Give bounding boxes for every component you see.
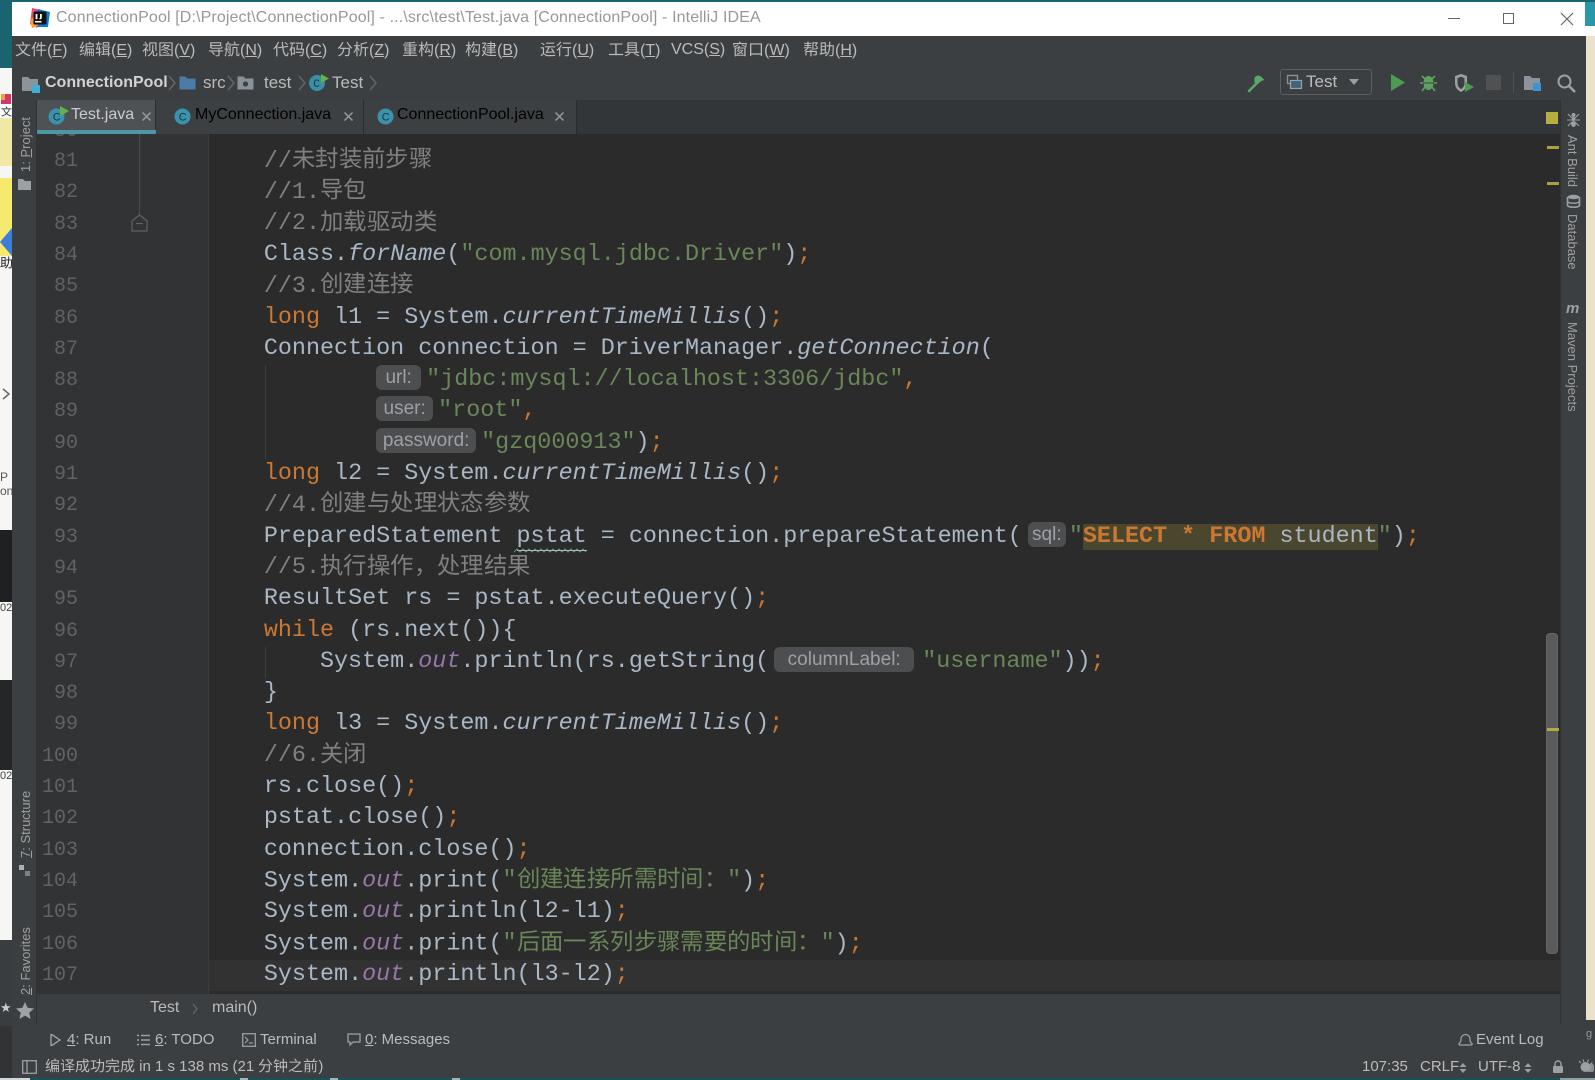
svg-text:C: C <box>179 112 187 124</box>
svg-text:C: C <box>53 112 61 124</box>
svg-text:C: C <box>382 112 390 124</box>
svg-text:C: C <box>313 79 320 91</box>
